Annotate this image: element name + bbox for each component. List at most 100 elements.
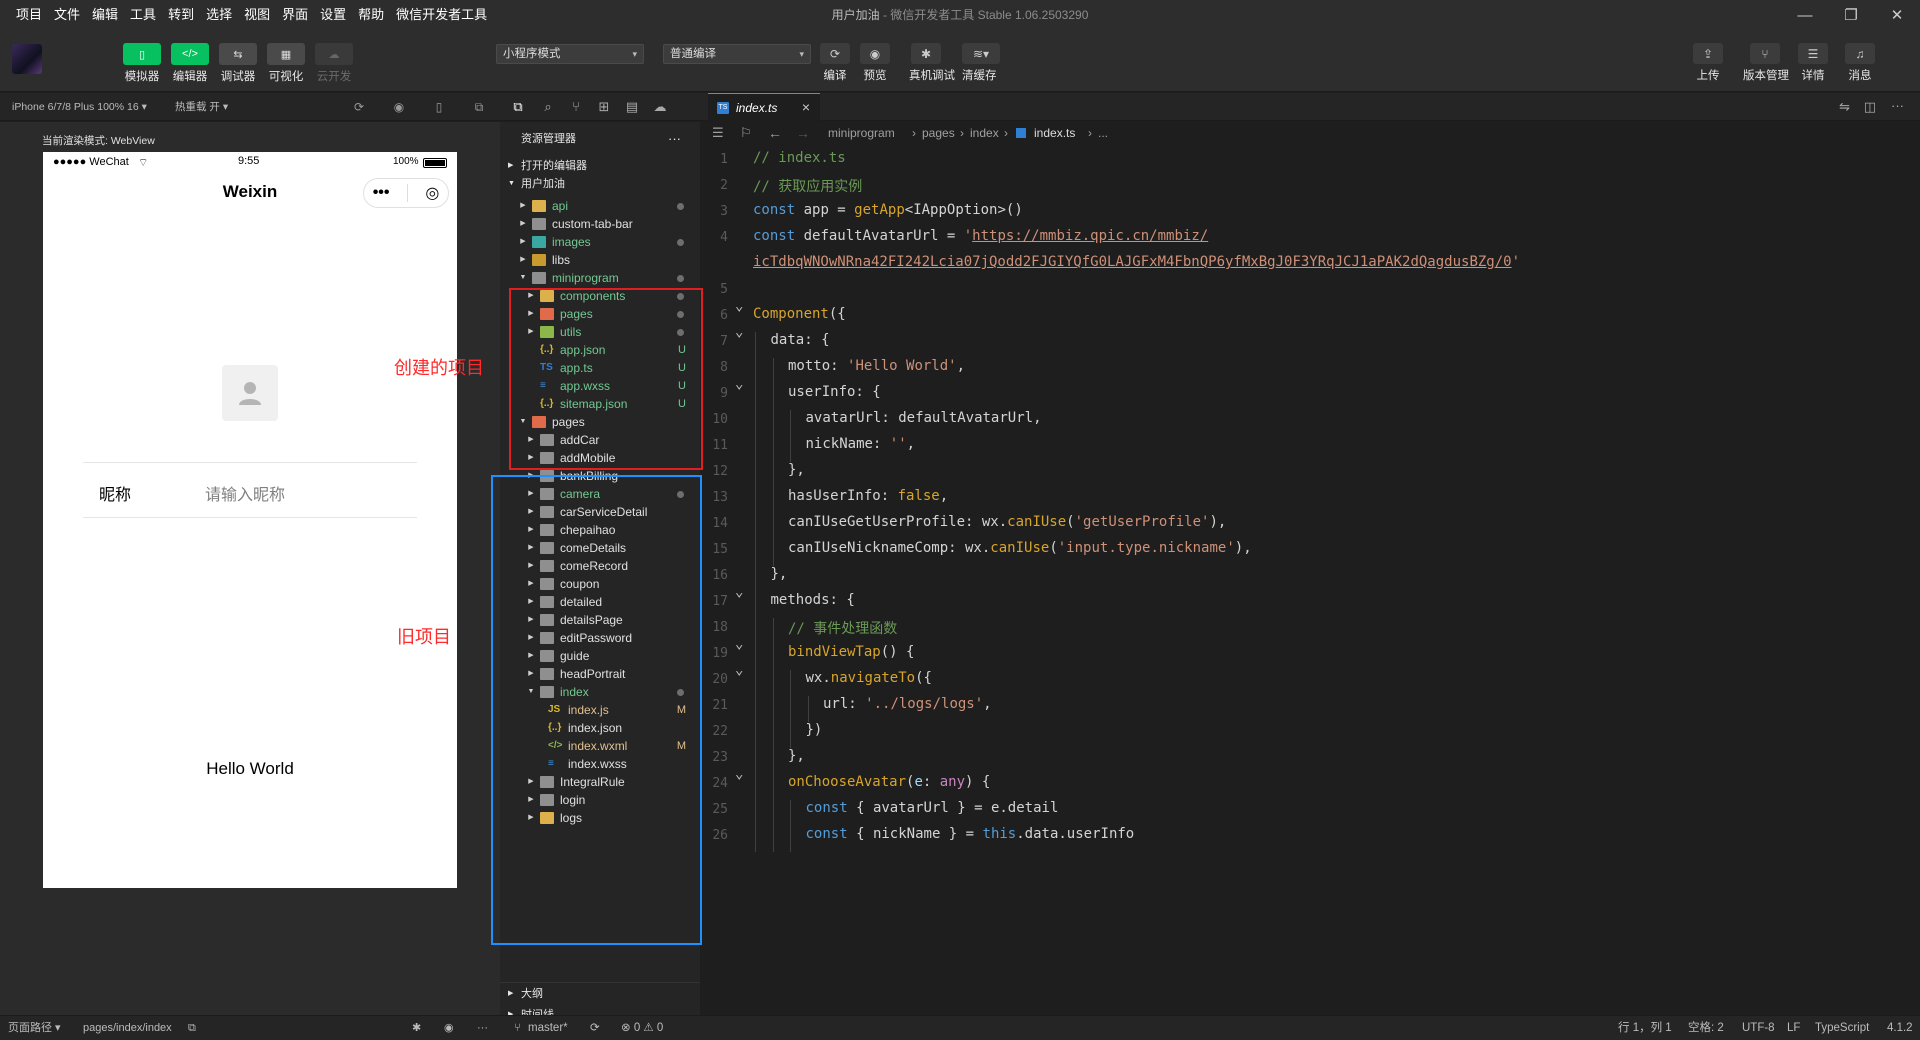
remote-debug-button[interactable]: ✱ 真机调试 <box>909 43 955 83</box>
source-control-icon[interactable]: ⑂ <box>568 99 584 115</box>
menu-item[interactable]: 编辑 <box>86 0 124 30</box>
menu-item[interactable]: 选择 <box>200 0 238 30</box>
refresh-icon[interactable]: ⟳ <box>352 100 366 114</box>
visualize-button[interactable]: ▦ 可视化 <box>266 43 306 84</box>
code-editor[interactable]: 1 // index.ts 2 // 获取应用实例 3 const app = getAp… <box>700 145 1920 1015</box>
fold-icon[interactable]: ⌄ <box>735 584 743 600</box>
menu-item[interactable]: 文件 <box>48 0 86 30</box>
bookmark-icon[interactable]: ⚐ <box>740 121 752 145</box>
avatar-button[interactable] <box>222 365 278 421</box>
mode-select[interactable]: 小程序模式 ▾ <box>496 44 644 64</box>
minimize-icon[interactable]: — <box>1782 0 1828 30</box>
details-button[interactable]: ☰ 详情 <box>1796 43 1830 83</box>
eye-icon[interactable]: ◉ <box>444 1016 454 1040</box>
editor-button[interactable]: </> 编辑器 <box>170 43 210 84</box>
menu-item[interactable]: 帮助 <box>352 0 390 30</box>
fold-icon[interactable]: ⌄ <box>735 324 743 340</box>
menu-item[interactable]: 工具 <box>124 0 162 30</box>
fold-icon[interactable]: ⌄ <box>735 376 743 392</box>
list-icon[interactable]: ☰ <box>712 121 724 145</box>
window-controls: — ❐ ✕ <box>1782 0 1920 30</box>
git-branch[interactable]: master* <box>528 1016 568 1040</box>
more-icon[interactable]: ··· <box>1891 98 1904 113</box>
breadcrumb-0[interactable]: miniprogram <box>828 121 895 145</box>
indent-guide <box>755 644 756 670</box>
timeline-section[interactable]: ▶ 时间线 <box>500 1004 700 1015</box>
phone-icon[interactable]: ▯ <box>432 100 446 114</box>
maximize-icon[interactable]: ❐ <box>1828 0 1874 30</box>
bug-icon[interactable]: ✱ <box>412 1016 421 1040</box>
nickname-input[interactable]: 请输入昵称 <box>205 481 285 505</box>
hot-reload-toggle[interactable]: 热重载 开 ▾ <box>175 93 228 121</box>
clear-cache-button[interactable]: ≋▾ 清缓存 <box>962 43 1000 83</box>
close-icon[interactable]: × <box>802 94 810 121</box>
line-ending[interactable]: LF <box>1787 1016 1800 1040</box>
search-icon[interactable]: ⌕ <box>540 99 556 115</box>
more-icon[interactable]: ••• <box>373 184 390 202</box>
project-section[interactable]: ▼ 用户加油 <box>500 173 700 195</box>
close-icon[interactable]: ✕ <box>1874 0 1920 30</box>
copy-icon[interactable]: ⧉ <box>188 1016 196 1040</box>
preview-button[interactable]: ◉ 预览 <box>858 43 892 83</box>
stop-icon[interactable]: ◉ <box>392 100 406 114</box>
upload-button[interactable]: ⇪ 上传 <box>1691 43 1725 83</box>
popout-icon[interactable]: ⧉ <box>472 100 486 114</box>
messages-button[interactable]: ♫ 消息 <box>1843 43 1877 83</box>
language-mode[interactable]: TypeScript <box>1815 1016 1869 1040</box>
line-number: 21 <box>712 698 728 713</box>
fold-icon[interactable]: ⌄ <box>735 766 743 782</box>
version-button[interactable]: ⑂ 版本管理 <box>1743 43 1789 83</box>
split-editor-icon[interactable]: ◫ <box>1864 99 1876 115</box>
cursor-position[interactable]: 行 1，列 1 <box>1618 1016 1672 1040</box>
compare-icon[interactable]: ⇋ <box>1839 99 1850 115</box>
page-path-label[interactable]: 页面路径 ▾ <box>8 1016 61 1040</box>
breadcrumb-4[interactable]: ... <box>1098 121 1108 145</box>
tab-index-ts[interactable]: TS index.ts × <box>708 93 820 121</box>
more-icon[interactable]: ··· <box>668 128 681 150</box>
compile-button[interactable]: ⟳ 编译 <box>818 43 852 83</box>
code-line: wx.navigateTo({ <box>806 670 932 686</box>
encoding[interactable]: UTF-8 <box>1742 1016 1775 1040</box>
device-select[interactable]: iPhone 6/7/8 Plus 100% 16 ▾ <box>12 93 147 121</box>
indent-guide <box>790 696 791 722</box>
debugger-button[interactable]: ⇆ 调试器 <box>218 43 258 84</box>
breadcrumb-2[interactable]: index <box>970 121 999 145</box>
preview-label: 预览 <box>863 70 887 82</box>
code-line: }, <box>771 566 788 582</box>
breadcrumb-sep: › <box>960 126 964 140</box>
fold-icon[interactable]: ⌄ <box>735 662 743 678</box>
outline-section[interactable]: ▶ 大纲 <box>500 982 700 1004</box>
more-icon[interactable]: ··· <box>477 1016 488 1040</box>
forward-icon[interactable]: → <box>796 121 810 145</box>
menu-item[interactable]: 界面 <box>276 0 314 30</box>
problems[interactable]: ⊗ 0 ⚠ 0 <box>621 1016 663 1040</box>
breadcrumb-3[interactable]: index.ts <box>1034 121 1075 145</box>
user-avatar[interactable] <box>12 44 42 74</box>
back-icon[interactable]: ← <box>768 121 782 145</box>
code-token: ), <box>1209 514 1227 530</box>
breadcrumb-1[interactable]: pages <box>922 121 955 145</box>
indent-guide <box>790 722 791 748</box>
breadcrumb: ☰ ⚐ ← → miniprogram › pages › index › in… <box>700 121 1920 145</box>
simulator-button[interactable]: ▯ 模拟器 <box>122 43 162 84</box>
cloud-icon[interactable]: ☁ <box>652 99 668 115</box>
capsule-menu[interactable]: ••• ◎ <box>363 178 449 208</box>
indent-spaces[interactable]: 空格: 2 <box>1688 1016 1724 1040</box>
database-icon[interactable]: ▤ <box>624 99 640 115</box>
code-token: canIUseGetUserProfile: wx. <box>788 514 1008 530</box>
fold-icon[interactable]: ⌄ <box>735 636 743 652</box>
menu-item[interactable]: 转到 <box>162 0 200 30</box>
menu-item[interactable]: 微信开发者工具 <box>390 0 493 30</box>
extensions-icon[interactable]: ⊞ <box>596 99 612 115</box>
menu-item[interactable]: 视图 <box>238 0 276 30</box>
menu-item[interactable]: 设置 <box>314 0 352 30</box>
close-target-icon[interactable]: ◎ <box>425 183 439 203</box>
compile-select[interactable]: 普通编译 ▾ <box>663 44 811 64</box>
fold-icon[interactable]: ⌄ <box>735 298 743 314</box>
files-icon[interactable]: ⧉ <box>510 99 526 115</box>
menu-item[interactable]: 项目 <box>10 0 48 30</box>
cloud-button[interactable]: ☁ 云开发 <box>314 43 354 84</box>
sync-icon[interactable]: ⟳ <box>590 1016 600 1040</box>
code-token: icTdbqWNOwNRna42FI242Lcia07jQodd2FJGIYQf… <box>753 254 1512 270</box>
ts-version[interactable]: 4.1.2 <box>1887 1016 1913 1040</box>
